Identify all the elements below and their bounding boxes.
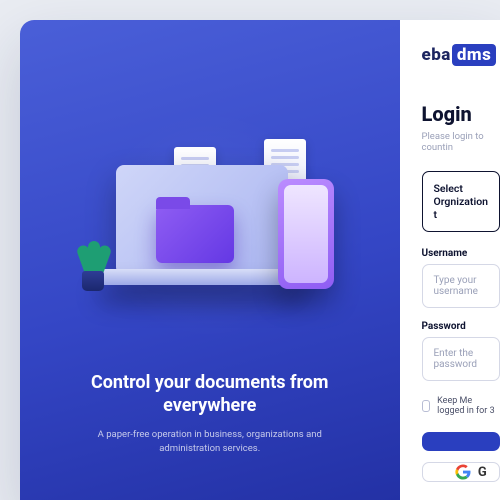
folder-icon	[156, 205, 234, 263]
google-icon	[455, 464, 471, 480]
remember-checkbox[interactable]	[422, 400, 431, 412]
hero-subtitle: A paper-free operation in business, orga…	[80, 428, 340, 457]
hero-illustration	[80, 141, 340, 321]
username-label: Username	[422, 248, 500, 259]
hero-title: Control your documents from everywhere	[80, 371, 340, 418]
password-placeholder: Enter the password	[434, 348, 478, 370]
remember-row: Keep Me logged in for 3	[422, 396, 500, 416]
plant-icon	[78, 233, 108, 291]
password-input[interactable]: Enter the password	[422, 337, 500, 381]
laptop-base-icon	[98, 269, 306, 285]
remember-label: Keep Me logged in for 3	[437, 396, 500, 416]
brand-part2: dms	[452, 44, 496, 66]
password-label: Password	[422, 321, 500, 332]
hero-panel: Control your documents from everywhere A…	[20, 20, 400, 500]
organization-select[interactable]: Select Orgnization t	[422, 171, 500, 232]
login-button[interactable]	[422, 432, 500, 451]
brand-logo: ebadms	[422, 44, 500, 66]
username-placeholder: Type your username	[434, 275, 478, 297]
username-input[interactable]: Type your username	[422, 264, 500, 308]
phone-icon	[278, 179, 334, 289]
login-card: Control your documents from everywhere A…	[20, 20, 500, 500]
organization-select-label: Select Orgnization t	[434, 182, 489, 221]
brand-part1: eba	[422, 45, 451, 65]
login-form-panel: ebadms Login Please login to countin Sel…	[400, 20, 500, 500]
google-login-button[interactable]: G	[422, 462, 500, 482]
google-button-label: G	[478, 465, 487, 480]
login-subheading: Please login to countin	[422, 131, 500, 153]
login-heading: Login	[422, 102, 500, 126]
